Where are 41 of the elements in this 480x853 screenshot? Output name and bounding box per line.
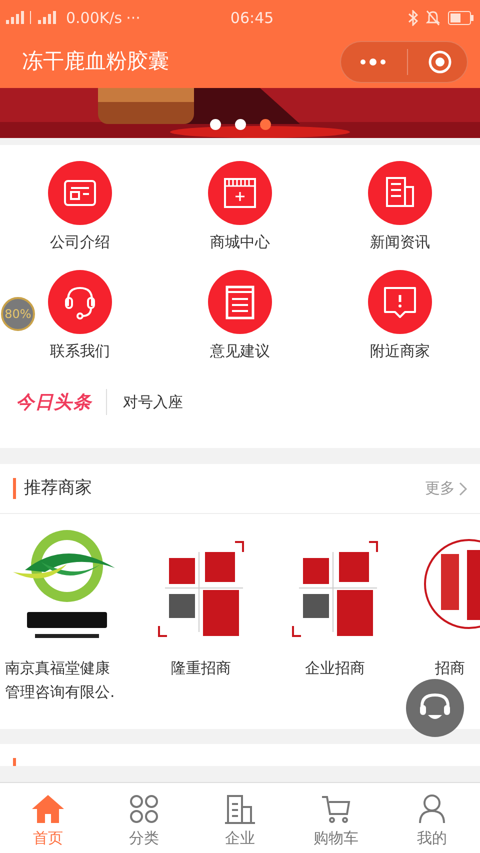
headset-icon[interactable] bbox=[48, 270, 112, 334]
tab-bar-item[interactable]: 购物车 bbox=[288, 783, 384, 853]
more-icon: ··· bbox=[126, 6, 140, 30]
shortcut-label[interactable]: 附近商家 bbox=[370, 340, 430, 362]
category-icon bbox=[129, 793, 159, 825]
merchant-name[interactable]: 隆重招商 bbox=[171, 656, 231, 680]
bell-muted-icon bbox=[426, 10, 440, 26]
section-marker bbox=[13, 478, 16, 499]
building-icon bbox=[224, 793, 256, 825]
newspaper-icon[interactable] bbox=[368, 161, 432, 225]
clock: 06:45 bbox=[230, 8, 274, 29]
merchant-name[interactable]: 招商 bbox=[435, 656, 465, 680]
bluetooth-icon bbox=[408, 10, 418, 26]
customer-service-button[interactable] bbox=[406, 679, 464, 737]
tab-bar-item[interactable]: 分类 bbox=[96, 783, 192, 853]
store-icon[interactable] bbox=[208, 161, 272, 225]
chevron-right-icon bbox=[458, 480, 468, 496]
shortcut-label[interactable]: 新闻资讯 bbox=[370, 231, 430, 253]
shortcut-label[interactable]: 联系我们 bbox=[50, 340, 110, 362]
cart-icon bbox=[321, 793, 351, 825]
home-icon bbox=[31, 793, 65, 825]
id-card-icon[interactable] bbox=[48, 161, 112, 225]
shortcut-label[interactable]: 意见建议 bbox=[210, 340, 270, 362]
page-title: 冻干鹿血粉胶囊 bbox=[22, 48, 169, 76]
shortcut-label[interactable]: 商城中心 bbox=[210, 231, 270, 253]
merchant-name[interactable]: 南京真福堂健康管理咨询有限公. bbox=[5, 656, 117, 704]
user-icon bbox=[419, 793, 445, 825]
shortcut-label[interactable]: 公司介绍 bbox=[50, 231, 110, 253]
network-speed: 0.00K/s bbox=[66, 8, 122, 29]
close-target-icon[interactable] bbox=[428, 50, 452, 74]
alert-message-icon[interactable] bbox=[368, 270, 432, 334]
merchant-name[interactable]: 企业招商 bbox=[305, 656, 365, 680]
headline-logo: 今日头条 bbox=[16, 390, 92, 414]
more-icon[interactable] bbox=[359, 58, 387, 66]
document-icon[interactable] bbox=[208, 270, 272, 334]
headline-text[interactable]: 对号入座 bbox=[123, 390, 183, 414]
battery-icon bbox=[448, 11, 474, 25]
section-title: 推荐商家 bbox=[24, 476, 92, 500]
tab-bar-item[interactable]: 企业 bbox=[192, 783, 288, 853]
section-marker bbox=[13, 758, 16, 766]
tab-bar-item[interactable]: 我的 bbox=[384, 783, 480, 853]
